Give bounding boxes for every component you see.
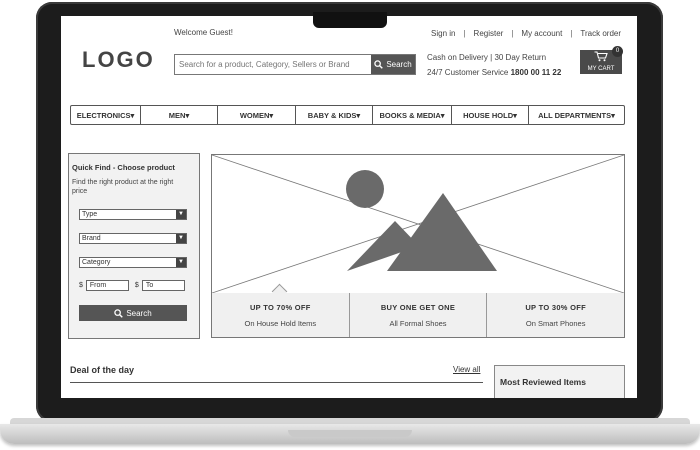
department-nav: ELECTRONICS ▾ MEN ▾ WOMEN ▾ BABY & KIDS ▾ BO…	[70, 105, 625, 125]
my-account-link[interactable]: My account	[521, 29, 562, 38]
caret-down-icon: ▾	[356, 110, 361, 120]
quick-find-subtitle: Find the right product at the right pric…	[72, 179, 174, 195]
search-button[interactable]: Search	[371, 55, 415, 74]
nav-label: HOUSE HOLD	[463, 110, 514, 120]
nav-label: WOMEN	[239, 110, 270, 120]
nav-item-men[interactable]: MEN ▾	[141, 106, 218, 124]
currency-label: $	[79, 282, 83, 289]
type-select-value: Type	[82, 211, 98, 218]
search-bar: Search	[174, 54, 416, 75]
offer-subtitle: On House Hold Items	[244, 319, 317, 328]
welcome-text: Welcome Guest!	[174, 28, 233, 37]
nav-item-household[interactable]: HOUSE HOLD ▾	[452, 106, 529, 124]
offer-tile-smart-phones[interactable]: UP TO 30% OFF On Smart Phones	[487, 293, 624, 337]
deal-of-the-day-title: Deal of the day	[70, 365, 135, 375]
section-divider	[70, 382, 483, 383]
hero-banner-image[interactable]	[211, 154, 625, 294]
category-select[interactable]: Category ▼	[79, 257, 187, 268]
laptop-screen: Welcome Guest! Sign in | Register | My a…	[61, 16, 637, 398]
quick-find-search-button[interactable]: Search	[79, 305, 187, 321]
cart-label: MY CART	[587, 66, 615, 72]
register-link[interactable]: Register	[474, 29, 504, 38]
service-phone: 1800 00 11 22	[510, 68, 562, 77]
price-range: $ From $ To	[79, 280, 185, 291]
brand-select[interactable]: Brand ▼	[79, 233, 187, 244]
sign-in-link[interactable]: Sign in	[431, 29, 455, 38]
nav-label: BABY & KIDS	[307, 110, 357, 120]
offer-subtitle: On Smart Phones	[525, 319, 586, 328]
caret-down-icon: ▾	[269, 110, 274, 120]
nav-item-all-departments[interactable]: ALL DEPARTMENTS ▾	[529, 106, 624, 124]
link-separator: |	[463, 29, 466, 38]
caret-down-icon: ▾	[513, 110, 517, 120]
cart-count-badge: 0	[612, 46, 623, 57]
offer-tile-formal-shoes[interactable]: BUY ONE GET ONE All Formal Shoes	[350, 293, 488, 337]
nav-label: MEN	[168, 110, 186, 120]
top-links: Sign in | Register | My account | Track …	[431, 29, 621, 38]
link-separator: |	[511, 29, 514, 38]
currency-label: $	[134, 282, 139, 289]
search-icon	[114, 308, 124, 318]
offer-subtitle: All Formal Shoes	[389, 319, 447, 328]
link-separator: |	[570, 29, 573, 38]
nav-item-women[interactable]: WOMEN ▾	[218, 106, 296, 124]
track-order-link[interactable]: Track order	[580, 29, 621, 38]
caret-down-icon: ▾	[440, 110, 445, 120]
nav-item-books-media[interactable]: BOOKS & MEDIA ▾	[373, 106, 452, 124]
dropdown-arrow-icon: ▼	[176, 210, 186, 219]
nav-label: ALL DEPARTMENTS	[538, 110, 612, 120]
camera-notch	[313, 12, 387, 28]
dropdown-arrow-icon: ▼	[176, 234, 186, 243]
delivery-info: Cash on Delivery | 30 Day Return	[427, 53, 547, 62]
site-logo[interactable]: LOGO	[82, 47, 155, 73]
quick-find-search-label: Search	[126, 308, 152, 318]
view-all-link[interactable]: View all	[453, 365, 480, 374]
dropdown-arrow-icon: ▼	[176, 258, 186, 267]
laptop-base-notch	[288, 430, 412, 437]
offer-title: UP TO 30% OFF	[525, 303, 587, 312]
offer-strip: UP TO 70% OFF On House Hold Items BUY ON…	[211, 293, 625, 338]
price-to-placeholder: To	[145, 282, 154, 289]
nav-label: BOOKS & MEDIA	[379, 110, 441, 120]
quick-find-title: Quick Find - Choose product	[72, 163, 175, 172]
caret-down-icon: ▾	[611, 110, 615, 120]
offer-title: BUY ONE GET ONE	[380, 303, 456, 312]
offer-title: UP TO 70% OFF	[249, 303, 311, 312]
caret-down-icon: ▾	[185, 110, 190, 120]
price-from-input[interactable]: From	[85, 280, 129, 291]
type-select[interactable]: Type ▼	[79, 209, 187, 220]
customer-service-info: 24/7 Customer Service 1800 00 11 22	[427, 68, 561, 77]
price-to-input[interactable]: To	[141, 280, 185, 291]
search-icon	[374, 60, 384, 69]
service-label: 24/7 Customer Service	[427, 68, 509, 77]
nav-item-baby-kids[interactable]: BABY & KIDS ▾	[296, 106, 373, 124]
search-button-label: Search	[386, 60, 412, 69]
offer-tile-household[interactable]: UP TO 70% OFF On House Hold Items	[212, 293, 350, 337]
nav-item-electronics[interactable]: ELECTRONICS ▾	[71, 106, 141, 124]
most-reviewed-title: Most Reviewed Items	[500, 377, 586, 387]
brand-select-value: Brand	[82, 235, 101, 242]
nav-label: ELECTRONICS	[76, 110, 131, 120]
caret-down-icon: ▾	[130, 110, 135, 120]
category-select-value: Category	[82, 259, 111, 266]
search-input[interactable]	[175, 55, 371, 74]
price-from-placeholder: From	[89, 282, 107, 289]
image-placeholder-icon	[212, 155, 624, 293]
